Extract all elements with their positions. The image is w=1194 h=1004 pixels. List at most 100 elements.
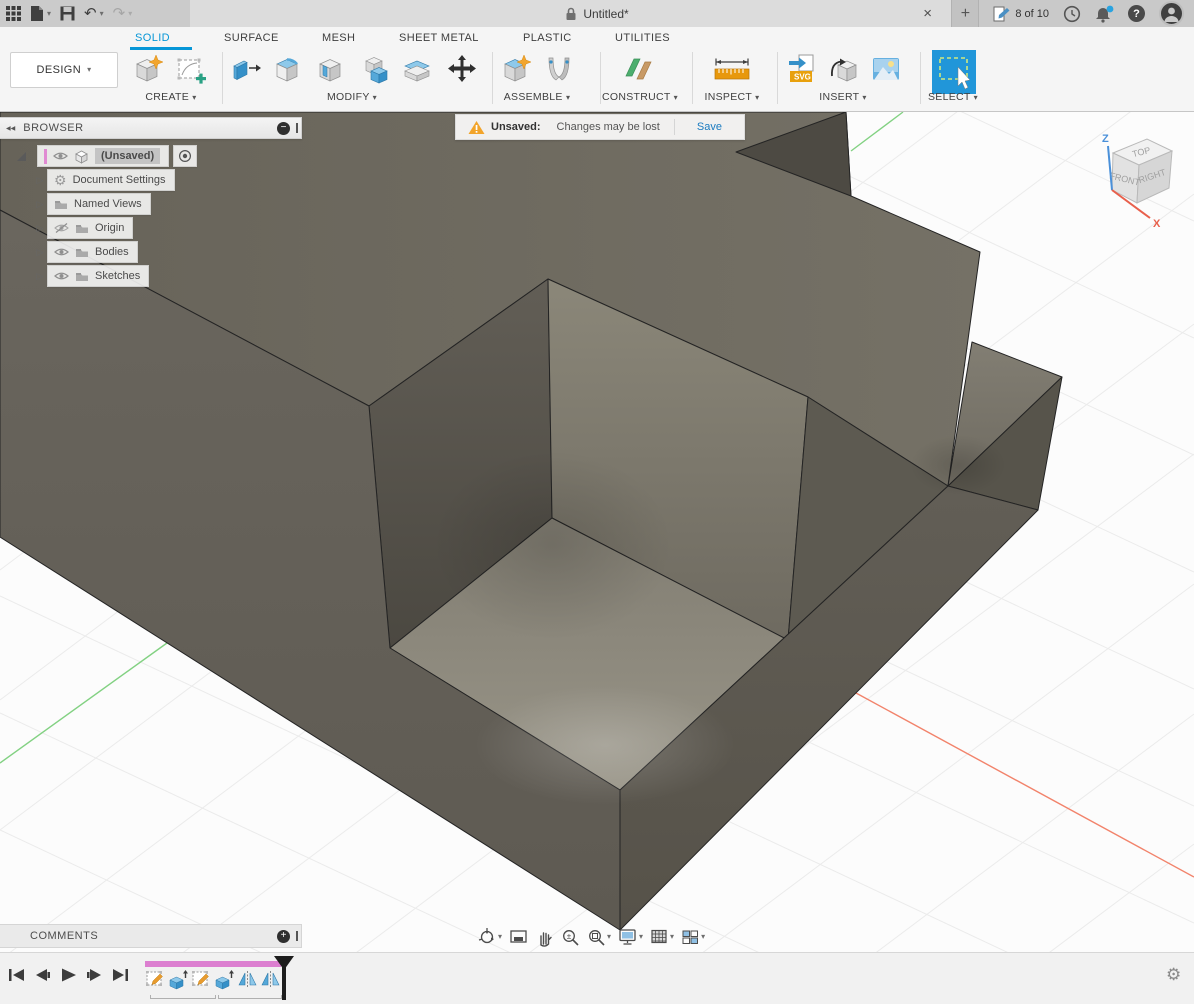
undo-button[interactable]: ↶▾ bbox=[84, 6, 104, 21]
zoom-window-tool[interactable]: ▾ bbox=[587, 928, 611, 947]
timeline-settings-gear-icon[interactable]: ⚙ bbox=[1166, 965, 1181, 985]
insert-derive-icon[interactable] bbox=[829, 54, 859, 84]
timeline-bar: ⚙ bbox=[0, 952, 1194, 1004]
tab-utilities[interactable]: UTILITIES bbox=[615, 32, 670, 44]
move-icon[interactable] bbox=[447, 54, 477, 84]
save-icon[interactable] bbox=[60, 6, 75, 21]
joint-icon[interactable] bbox=[544, 54, 574, 84]
expander-open-icon[interactable] bbox=[16, 151, 27, 162]
inspect-group-label[interactable]: INSPECT ▾ bbox=[677, 91, 787, 103]
timeline-extrude-icon[interactable] bbox=[168, 969, 189, 990]
tree-row-document-settings[interactable]: ▷ ⚙ Document Settings bbox=[0, 168, 300, 192]
tab-surface[interactable]: SURFACE bbox=[224, 32, 279, 44]
go-to-end-icon[interactable] bbox=[112, 967, 129, 983]
insert-group-label[interactable]: INSERT ▾ bbox=[788, 91, 898, 103]
collapse-panel-icon[interactable]: ◀◀ bbox=[6, 125, 15, 132]
named-views-item[interactable]: Named Views bbox=[47, 193, 151, 215]
tree-row-root[interactable]: (Unsaved) bbox=[0, 144, 300, 168]
measure-icon[interactable] bbox=[712, 56, 752, 84]
new-document-tab-button[interactable]: + bbox=[951, 0, 979, 27]
save-button[interactable]: Save bbox=[697, 121, 722, 133]
step-forward-icon[interactable] bbox=[86, 967, 103, 983]
tree-row-origin[interactable]: ▷ Origin bbox=[0, 216, 300, 240]
selection-accent-bar bbox=[44, 149, 47, 164]
app-grid-icon[interactable] bbox=[6, 6, 21, 21]
timeline-sketch-icon[interactable] bbox=[191, 969, 212, 990]
select-group-label[interactable]: SELECT ▾ bbox=[898, 91, 1008, 103]
create-sketch-icon[interactable] bbox=[176, 54, 206, 84]
zoom-icon[interactable]: ± bbox=[561, 928, 580, 947]
look-at-icon[interactable] bbox=[509, 928, 529, 946]
tab-mesh[interactable]: MESH bbox=[322, 32, 355, 44]
tab-solid[interactable]: SOLID bbox=[135, 32, 170, 44]
user-avatar[interactable] bbox=[1159, 1, 1184, 26]
document-settings-item[interactable]: ⚙ Document Settings bbox=[47, 169, 175, 191]
browser-minimize-icon[interactable]: − bbox=[277, 122, 290, 135]
root-component-label[interactable]: (Unsaved) bbox=[95, 148, 160, 164]
offset-face-icon[interactable] bbox=[403, 54, 433, 84]
warning-icon bbox=[468, 120, 485, 135]
visibility-off-icon[interactable] bbox=[54, 222, 69, 234]
step-back-icon[interactable] bbox=[34, 967, 51, 983]
sketches-item[interactable]: Sketches bbox=[47, 265, 149, 287]
browser-resize-handle[interactable] bbox=[296, 123, 298, 133]
expander-icon[interactable]: ▷ bbox=[33, 271, 47, 282]
notification-bell-icon[interactable] bbox=[1095, 5, 1114, 23]
expander-icon[interactable]: ▷ bbox=[33, 199, 47, 210]
insert-canvas-icon[interactable] bbox=[871, 54, 901, 84]
pan-hand-icon[interactable] bbox=[536, 928, 554, 947]
new-body-icon[interactable] bbox=[134, 54, 164, 84]
select-icon[interactable] bbox=[932, 50, 976, 94]
visibility-eye-icon[interactable] bbox=[53, 151, 68, 161]
comments-panel-header[interactable]: COMMENTS + bbox=[0, 924, 302, 948]
tree-row-bodies[interactable]: ▷ Bodies bbox=[0, 240, 300, 264]
fillet-icon[interactable] bbox=[274, 54, 304, 84]
close-document-button[interactable]: × bbox=[923, 0, 932, 27]
tree-row-sketches[interactable]: ▷ Sketches bbox=[0, 264, 300, 288]
tab-plastic[interactable]: PLASTIC bbox=[523, 32, 572, 44]
timeline-extrude-icon[interactable] bbox=[214, 969, 235, 990]
timeline-mirror-icon[interactable] bbox=[237, 969, 258, 990]
viewports-tool[interactable]: ▾ bbox=[681, 928, 705, 946]
new-component-icon[interactable] bbox=[502, 54, 532, 84]
construct-plane-icon[interactable] bbox=[624, 54, 654, 84]
modify-group-label[interactable]: MODIFY ▾ bbox=[297, 91, 407, 103]
grid-settings-tool[interactable]: ▾ bbox=[650, 928, 674, 946]
visibility-eye-icon[interactable] bbox=[54, 271, 69, 281]
comments-resize-handle[interactable] bbox=[296, 931, 298, 941]
expander-icon[interactable]: ▷ bbox=[33, 223, 47, 234]
gear-icon: ⚙ bbox=[54, 173, 67, 187]
create-group-label[interactable]: CREATE ▾ bbox=[116, 91, 226, 103]
go-to-start-icon[interactable] bbox=[8, 967, 25, 983]
expander-icon[interactable]: ▷ bbox=[33, 247, 47, 258]
assemble-group-label[interactable]: ASSEMBLE ▾ bbox=[482, 91, 592, 103]
shell-icon[interactable] bbox=[317, 54, 347, 84]
bodies-item[interactable]: Bodies bbox=[47, 241, 138, 263]
press-pull-icon[interactable] bbox=[231, 54, 261, 84]
display-settings-tool[interactable]: ▾ bbox=[618, 928, 643, 947]
redo-button[interactable]: ↷▾ bbox=[113, 6, 133, 21]
named-views-label: Named Views bbox=[74, 198, 142, 210]
file-menu-button[interactable]: ▾ bbox=[30, 5, 51, 22]
origin-item[interactable]: Origin bbox=[47, 217, 133, 239]
timeline-features bbox=[145, 969, 281, 990]
combine-icon[interactable] bbox=[360, 54, 390, 84]
root-component-item[interactable]: (Unsaved) bbox=[37, 145, 169, 167]
add-comment-icon[interactable]: + bbox=[277, 930, 290, 943]
clock-icon[interactable] bbox=[1063, 5, 1081, 23]
help-button[interactable]: ? bbox=[1128, 5, 1145, 22]
orbit-tool[interactable]: ▾ bbox=[477, 927, 502, 947]
design-workspace-selector[interactable]: DESIGN▾ bbox=[10, 52, 118, 88]
y-axis-green bbox=[0, 643, 167, 763]
activate-component-radio[interactable] bbox=[173, 145, 197, 167]
play-icon[interactable] bbox=[60, 967, 77, 983]
insert-svg-icon[interactable]: SVG bbox=[788, 54, 818, 84]
job-status-button[interactable]: 8 of 10 bbox=[993, 6, 1049, 22]
browser-panel-header[interactable]: ◀◀ BROWSER − bbox=[0, 117, 302, 139]
tree-row-named-views[interactable]: ▷ Named Views bbox=[0, 192, 300, 216]
visibility-eye-icon[interactable] bbox=[54, 247, 69, 257]
tab-sheet-metal[interactable]: SHEET METAL bbox=[399, 32, 479, 44]
timeline-sketch-icon[interactable] bbox=[145, 969, 166, 990]
view-cube[interactable]: TOP FRONT RIGHT Z X bbox=[1090, 126, 1194, 234]
expander-icon[interactable]: ▷ bbox=[33, 175, 47, 186]
